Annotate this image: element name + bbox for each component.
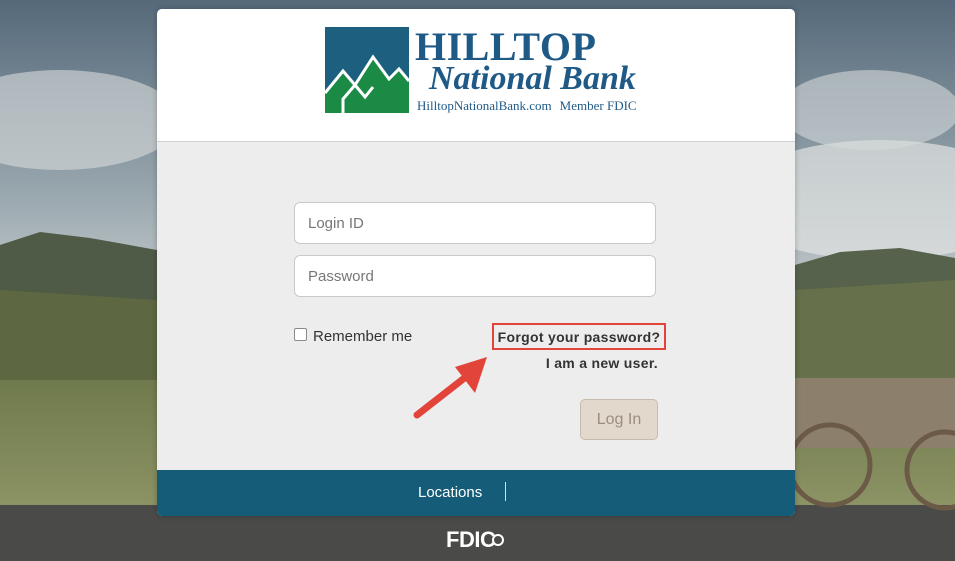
bank-tagline: HilltopNationalBank.com Member FDIC	[417, 98, 637, 114]
new-user-link[interactable]: I am a new user.	[546, 355, 658, 371]
bank-name-script: National Bank	[429, 60, 636, 97]
fdic-logo: FDIC	[446, 527, 505, 553]
password-input[interactable]	[294, 255, 656, 297]
locations-link[interactable]: Locations	[418, 484, 482, 501]
footer-divider	[505, 482, 506, 501]
bank-member-fdic: Member FDIC	[559, 98, 637, 113]
mountain-logo-icon	[325, 27, 409, 113]
card-footer: Locations	[157, 470, 795, 516]
red-arrow-icon	[413, 357, 487, 419]
remember-me-label: Remember me	[313, 328, 413, 345]
remember-me-checkbox[interactable]	[294, 328, 307, 341]
card-header: HILLTOP National Bank HilltopNationalBan…	[157, 9, 795, 142]
forgot-password-highlight: Forgot your password?	[492, 323, 666, 350]
fdic-label: FDIC	[446, 527, 496, 552]
login-card: HILLTOP National Bank HilltopNationalBan…	[157, 9, 795, 516]
bank-website: HilltopNationalBank.com	[417, 98, 552, 113]
remember-me-option[interactable]: Remember me	[294, 328, 412, 345]
registered-mark-icon	[492, 534, 505, 546]
login-id-input[interactable]	[294, 202, 656, 244]
bank-logo[interactable]: HILLTOP National Bank HilltopNationalBan…	[325, 24, 637, 115]
forgot-password-link[interactable]: Forgot your password?	[498, 329, 661, 345]
login-button[interactable]: Log In	[580, 399, 658, 440]
